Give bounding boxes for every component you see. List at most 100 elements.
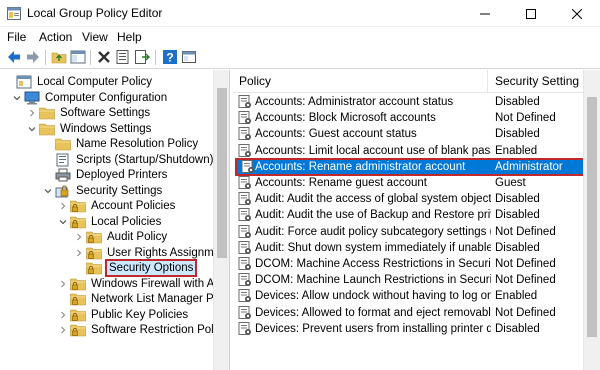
- policy-setting-icon: [238, 208, 251, 222]
- tree-item[interactable]: Software Settings: [27, 105, 151, 121]
- security-setting-value: Not Defined: [495, 306, 556, 319]
- chevron-right-icon[interactable]: [59, 202, 67, 210]
- tree-item-label: Local Policies: [91, 215, 162, 228]
- tree-expander[interactable]: [58, 307, 68, 323]
- tree-expander[interactable]: [12, 90, 22, 106]
- tree-expander[interactable]: [58, 214, 68, 230]
- menu-view[interactable]: View: [82, 30, 108, 44]
- security-setting-value: Enabled: [495, 144, 538, 157]
- chevron-right-icon[interactable]: [75, 249, 83, 257]
- tree-item-label: User Rights Assignment: [107, 246, 230, 259]
- tree-item[interactable]: Account Policies: [58, 198, 176, 214]
- chevron-right-icon[interactable]: [28, 109, 36, 117]
- policy-row[interactable]: Audit: Audit the access of global system…: [233, 191, 583, 207]
- list-scrollbar-thumb[interactable]: [587, 97, 597, 337]
- tree-expander[interactable]: [58, 276, 68, 292]
- chevron-right-icon[interactable]: [59, 280, 67, 288]
- show-hide-tree-icon[interactable]: [70, 49, 86, 65]
- console-icon[interactable]: [181, 49, 197, 65]
- tree-expander[interactable]: [58, 198, 68, 214]
- chevron-right-icon[interactable]: [75, 233, 83, 241]
- tree-item[interactable]: Security Settings: [43, 183, 163, 199]
- tree-item[interactable]: Local Policies: [58, 214, 162, 230]
- help-icon[interactable]: ?: [162, 49, 178, 65]
- policy-setting-icon: [241, 159, 254, 173]
- column-header-policy[interactable]: Policy: [233, 70, 488, 93]
- policy-setting-icon: [238, 240, 251, 254]
- column-header-security-setting[interactable]: Security Setting: [489, 70, 589, 93]
- tree-scrollbar[interactable]: [213, 70, 229, 370]
- tree-item[interactable]: Audit Policy: [74, 229, 168, 245]
- policy-setting-icon: [238, 143, 251, 157]
- policy-row[interactable]: Accounts: Rename guest account Guest: [233, 175, 583, 191]
- chevron-right-icon[interactable]: [59, 311, 67, 319]
- policy-row[interactable]: Accounts: Guest account status Disabled: [233, 126, 583, 142]
- tree-item[interactable]: Windows Firewall with Adva: [58, 276, 230, 292]
- export-list-icon[interactable]: [134, 49, 150, 65]
- tree-expander[interactable]: [27, 121, 37, 137]
- policy-row[interactable]: Devices: Allowed to format and eject rem…: [233, 305, 583, 321]
- menu-file[interactable]: File: [7, 30, 26, 44]
- tree-item[interactable]: Public Key Policies: [58, 307, 189, 323]
- tree-item-label: Audit Policy: [107, 231, 168, 243]
- policy-row[interactable]: Audit: Shut down system immediately if u…: [233, 240, 583, 256]
- policy-row[interactable]: Devices: Allow undock without having to …: [233, 288, 583, 304]
- chevron-down-icon[interactable]: [13, 94, 21, 102]
- policy-name: Audit: Shut down system immediately if u…: [255, 241, 491, 254]
- chevron-down-icon[interactable]: [59, 218, 67, 226]
- security-setting-value: Disabled: [495, 322, 540, 335]
- tree-item[interactable]: Computer Configuration: [12, 90, 168, 106]
- close-button[interactable]: [554, 0, 600, 27]
- tree-item[interactable]: Scripts (Startup/Shutdown): [43, 152, 214, 168]
- console-tree[interactable]: Local Computer Policy Computer Configurat…: [0, 70, 230, 370]
- security-setting-value: Disabled: [495, 209, 540, 222]
- back-arrow-icon[interactable]: [6, 49, 22, 65]
- tree-expander[interactable]: [43, 183, 53, 199]
- forward-arrow-icon[interactable]: [25, 49, 41, 65]
- tree-item[interactable]: Windows Settings: [27, 121, 152, 137]
- delete-icon[interactable]: [96, 49, 112, 65]
- tree-item-label: Windows Firewall with Adva: [91, 277, 230, 290]
- tree-item[interactable]: Name Resolution Policy: [43, 136, 199, 152]
- menu-help[interactable]: Help: [117, 30, 142, 44]
- tree-item[interactable]: Deployed Printers: [43, 167, 168, 183]
- policy-list[interactable]: Policy Security Setting Accounts: Admini…: [233, 70, 600, 370]
- minimize-button[interactable]: [462, 0, 508, 27]
- security-setting-value: Disabled: [495, 193, 540, 206]
- policy-row[interactable]: DCOM: Machine Access Restrictions in Sec…: [233, 256, 583, 272]
- tree-item[interactable]: Local Computer Policy: [4, 74, 153, 90]
- menu-action[interactable]: Action: [39, 30, 72, 44]
- security-setting-value: Disabled: [495, 128, 540, 141]
- policy-name: Devices: Allowed to format and eject rem…: [255, 306, 491, 319]
- policy-name: Accounts: Limit local account use of bla…: [255, 144, 491, 157]
- chevron-down-icon[interactable]: [28, 125, 36, 133]
- policy-row[interactable]: Audit: Audit the use of Backup and Resto…: [233, 207, 583, 223]
- policy-row[interactable]: Accounts: Administrator account status Di…: [233, 94, 583, 110]
- chevron-down-icon[interactable]: [44, 187, 52, 195]
- up-folder-icon[interactable]: [51, 49, 67, 65]
- list-scrollbar[interactable]: [583, 70, 600, 370]
- minimize-icon: [480, 13, 490, 14]
- tree-expander[interactable]: [58, 322, 68, 338]
- policy-row[interactable]: Accounts: Limit local account use of bla…: [233, 143, 583, 159]
- tree-item[interactable]: Network List Manager Polici: [58, 291, 229, 307]
- policy-row[interactable]: DCOM: Machine Launch Restrictions in Sec…: [233, 272, 583, 288]
- tree-expander[interactable]: [27, 105, 37, 121]
- tree-scrollbar-thumb[interactable]: [217, 88, 227, 258]
- maximize-button[interactable]: [508, 0, 554, 27]
- policy-setting-icon: [238, 95, 251, 108]
- tree-item[interactable]: Security Options: [74, 259, 198, 277]
- chevron-right-icon[interactable]: [59, 326, 67, 334]
- policy-row[interactable]: Accounts: Block Microsoft accounts Not De…: [233, 110, 583, 126]
- tree-expander[interactable]: [74, 245, 84, 261]
- policy-row[interactable]: Accounts: Rename administrator account Ad…: [235, 157, 587, 176]
- policy-row[interactable]: Audit: Force audit policy subcategory se…: [233, 224, 583, 240]
- security-setting-value: Not Defined: [495, 258, 556, 270]
- policy-row[interactable]: Devices: Prevent users from installing p…: [233, 321, 583, 337]
- properties-icon[interactable]: [115, 49, 131, 65]
- tree-item[interactable]: User Rights Assignment: [74, 245, 230, 261]
- folder-lock-icon: [86, 247, 102, 259]
- folder-icon: [39, 107, 55, 120]
- tree-expander[interactable]: [74, 229, 84, 245]
- tree-item[interactable]: Software Restriction Policies: [58, 322, 229, 338]
